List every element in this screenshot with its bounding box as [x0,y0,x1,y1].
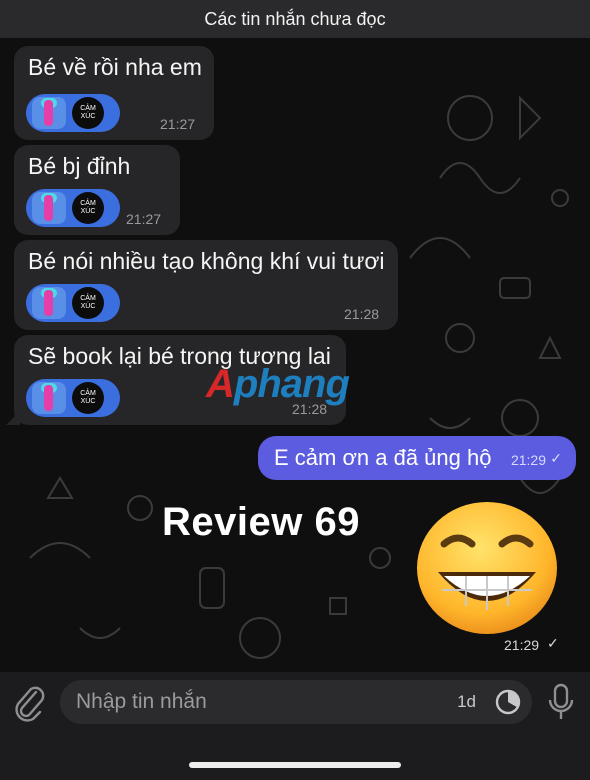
message-text: Bé về rồi nha em [28,54,202,80]
badge-text: XÚC [80,303,96,310]
reaction-chip[interactable]: CẢM XÚC [26,94,120,132]
home-indicator[interactable] [189,762,401,768]
self-destruct-timer-label[interactable]: 1d [457,692,476,712]
reaction-chip[interactable]: CẢM XÚC [26,379,120,417]
message-time: 21:29 [510,452,546,468]
sticker-time: 21:29 [504,637,540,653]
watermark-letter: A [206,362,235,406]
unread-messages-divider: Các tin nhắn chưa đọc [0,0,590,38]
watermark-text: phang [233,362,350,406]
message-input-placeholder: Nhập tin nhắn [76,690,207,713]
avatar [32,287,66,319]
emotion-badge: CẢM XÚC [72,97,104,129]
badge-text: XÚC [80,208,96,215]
watermark-logo: Aphang [206,362,350,407]
reaction-chip[interactable]: CẢM XÚC [26,284,120,322]
check-icon: ✓ [550,450,562,466]
message-time: 21:28 [344,306,380,322]
message-text: E cảm ơn a đã ủng hộ [274,445,492,470]
microphone-icon[interactable] [546,682,576,722]
emotion-badge: CẢM XÚC [72,192,104,224]
grinning-face-sticker[interactable] [416,500,558,636]
message-time: 21:27 [126,211,162,227]
message-text: Bé bj đỉnh [28,153,131,179]
badge-text: CẢM [80,390,96,397]
badge-text: XÚC [80,113,96,120]
avatar [32,97,66,129]
unread-label: Các tin nhắn chưa đọc [204,8,386,29]
avatar [32,192,66,224]
badge-text: XÚC [80,398,96,405]
check-icon: ✓ [547,635,559,651]
review-overlay-title: Review 69 [162,500,360,544]
badge-text: CẢM [80,295,96,302]
emotion-badge: CẢM XÚC [72,382,104,414]
message-time: 21:27 [160,116,196,132]
avatar [32,382,66,414]
incoming-message[interactable]: Bé bj đỉnh CẢM XÚC 21:27 [14,145,180,235]
emotion-badge: CẢM XÚC [72,287,104,319]
attach-clip-icon[interactable] [12,682,46,722]
message-input[interactable]: Nhập tin nhắn 1d [60,680,532,724]
timer-icon[interactable] [494,688,522,716]
badge-text: CẢM [80,200,96,207]
badge-text: CẢM [80,105,96,112]
incoming-message[interactable]: Bé về rồi nha em CẢM XÚC 21:27 [14,46,214,140]
outgoing-message[interactable]: E cảm ơn a đã ủng hộ 21:29 ✓ [258,436,576,480]
incoming-message[interactable]: Bé nói nhiều tạo không khí vui tươi CẢM … [14,240,398,330]
reaction-chip[interactable]: CẢM XÚC [26,189,120,227]
message-text: Bé nói nhiều tạo không khí vui tươi [28,248,385,274]
